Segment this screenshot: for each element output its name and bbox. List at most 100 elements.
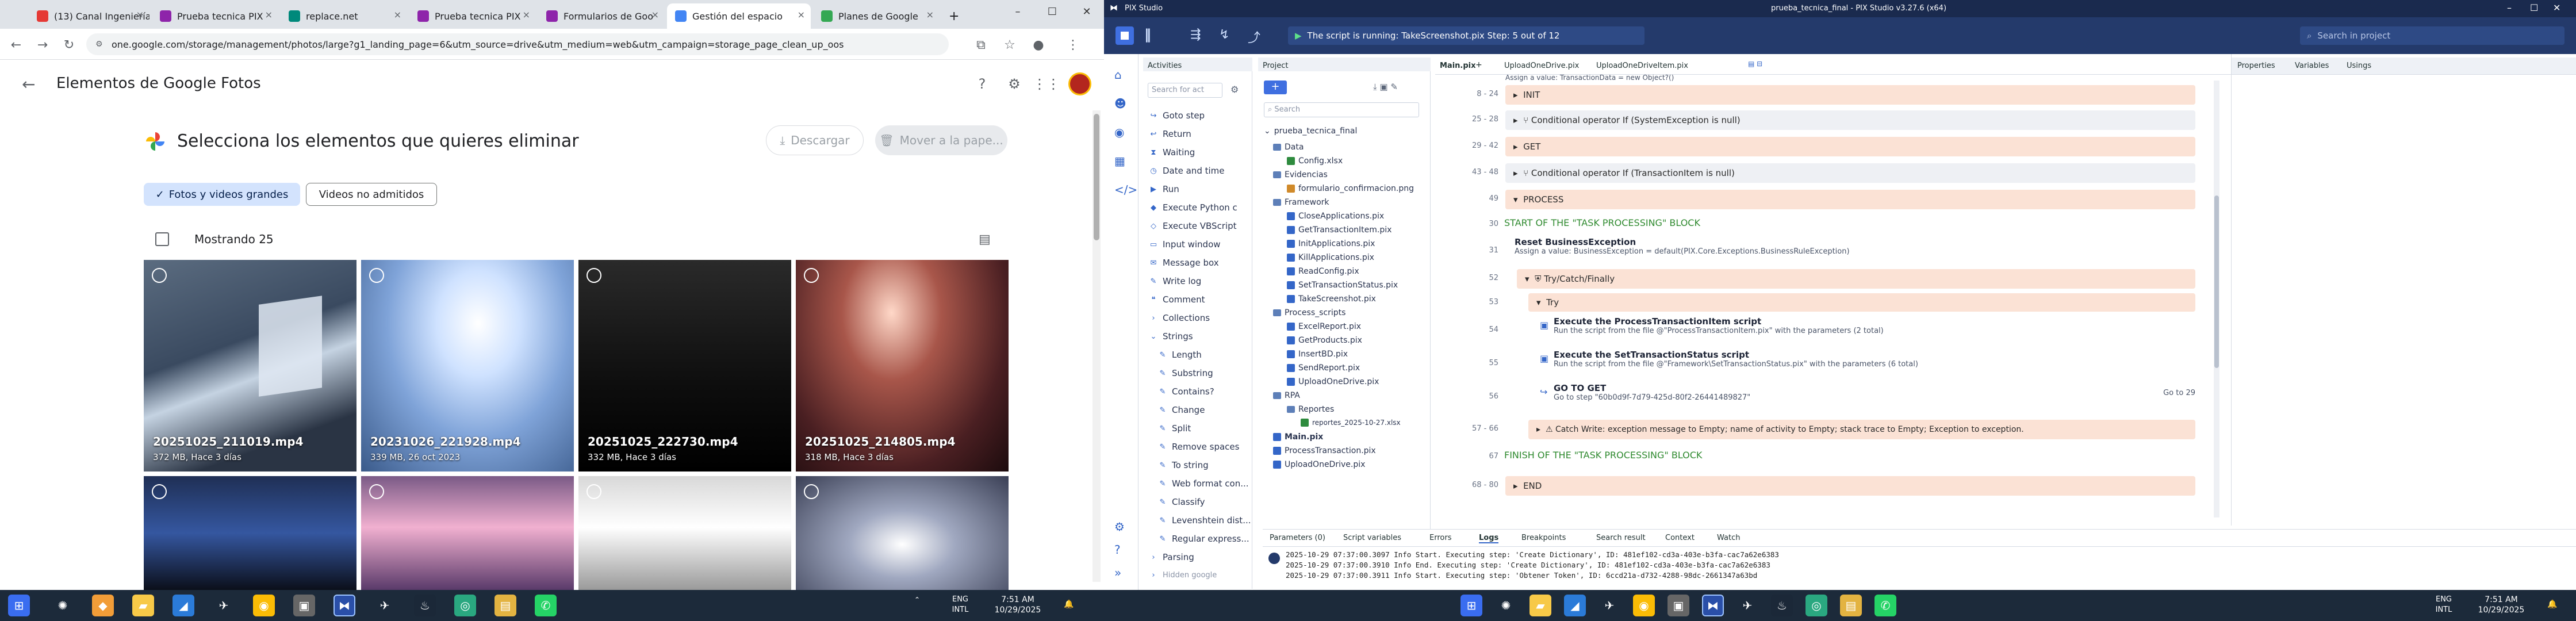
stop-button[interactable] — [1116, 26, 1134, 45]
avatar[interactable] — [1068, 72, 1091, 95]
whatsapp-icon[interactable]: ✆ — [1874, 595, 1896, 616]
maximize-icon[interactable]: ☐ — [2530, 2, 2538, 13]
templates-icon[interactable]: ▦ — [1114, 154, 1125, 168]
step-block-try[interactable]: ▾ Try — [1528, 293, 2195, 312]
keyboard-language[interactable]: ENG INTL — [2426, 595, 2461, 615]
browser-tab[interactable]: Planes de Google × — [813, 3, 940, 29]
reload-icon[interactable]: ↻ — [60, 36, 78, 54]
log-filter-icon[interactable] — [1268, 553, 1280, 564]
activity-item[interactable]: ◇ Execute VBScript — [1149, 221, 1237, 231]
browser-icon[interactable]: ◎ — [454, 595, 476, 616]
tree-file[interactable]: UploadOneDrive.pix — [1273, 460, 1365, 469]
scroll-thumb[interactable] — [1094, 114, 1099, 240]
select-circle[interactable] — [369, 268, 384, 283]
activity-item[interactable]: ▶ Run — [1149, 184, 1179, 194]
tab-parameters[interactable]: Parameters (0) — [1270, 534, 1325, 542]
browser-tab[interactable]: Formularios de Goo × — [538, 3, 665, 29]
step-block-conditional[interactable]: ▸ ⑂ Conditional operator If (Transaction… — [1505, 163, 2195, 183]
browser-tab[interactable]: Prueba tecnica PIX × — [152, 3, 278, 29]
activity-item[interactable]: ✎ Classify — [1158, 497, 1205, 507]
activity-item[interactable]: ▭ Input window — [1149, 239, 1221, 250]
minimize-icon[interactable]: – — [2507, 2, 2512, 13]
windows-start-icon[interactable]: ⊞ — [1460, 595, 1482, 616]
tree-file[interactable]: InsertBD.pix — [1287, 350, 1348, 359]
tree-file[interactable]: GetTransactionItem.pix — [1287, 225, 1392, 235]
activity-group[interactable]: › Parsing — [1149, 552, 1194, 562]
browser-tab[interactable]: (13) Canal Ingeniería × — [29, 3, 150, 29]
select-all-checkbox[interactable] — [155, 232, 169, 246]
editor-scrollbar[interactable] — [2214, 80, 2220, 518]
collapse-icon[interactable]: » — [1114, 566, 1121, 580]
photo-tile[interactable] — [144, 476, 356, 590]
windows-start-icon[interactable]: ⊞ — [8, 595, 30, 616]
app-icon[interactable]: ✈ — [374, 595, 396, 616]
app-icon[interactable]: ✈ — [1598, 595, 1620, 616]
select-circle[interactable] — [804, 268, 819, 283]
photo-tile[interactable] — [578, 476, 791, 590]
vscode-icon[interactable]: ◢ — [1564, 595, 1586, 616]
select-circle[interactable] — [369, 484, 384, 499]
doc-tab[interactable]: UploadOneDrive.pix — [1504, 62, 1579, 70]
new-tab-button[interactable]: + — [943, 3, 966, 29]
step-out-icon[interactable]: ⤴ — [1248, 28, 1260, 46]
apps-icon[interactable]: ⋮⋮ — [1033, 74, 1060, 94]
tab-variables[interactable]: Variables — [2295, 62, 2329, 70]
close-icon[interactable]: ✕ — [2553, 2, 2560, 13]
tray-chevron-icon[interactable]: ⌃ — [914, 595, 920, 605]
add-button[interactable]: + — [1264, 80, 1287, 94]
notes-icon[interactable]: ▤ — [494, 595, 516, 616]
photo-tile[interactable]: 20231026_221928.mp4 339 MB, 26 oct 2023 — [361, 260, 574, 471]
tab-breakpoints[interactable]: Breakpoints — [1521, 534, 1566, 542]
tree-file[interactable]: GetProducts.pix — [1287, 336, 1362, 345]
close-icon[interactable]: × — [798, 9, 805, 20]
forward-icon[interactable]: → — [33, 36, 52, 54]
url-field[interactable]: ⚙ one.google.com/storage/management/phot… — [86, 33, 949, 55]
photo-tile[interactable]: 20251025_211019.mp4 372 MB, Hace 3 días — [144, 260, 356, 471]
close-window-icon[interactable]: ✕ — [1070, 0, 1104, 23]
doc-tab-main[interactable]: Main.pix — [1440, 62, 1476, 70]
activity-item[interactable]: ✎ Split — [1158, 423, 1191, 434]
whatsapp-icon[interactable]: ✆ — [535, 595, 557, 616]
activity-item[interactable]: ❝ Comment — [1149, 294, 1205, 305]
folder-icon[interactable]: ▰ — [1529, 595, 1551, 616]
app-icon[interactable]: ▣ — [1667, 595, 1689, 616]
scroll-thumb[interactable] — [2214, 195, 2219, 368]
keyboard-language[interactable]: ENG INTL — [943, 595, 977, 615]
select-circle[interactable] — [152, 484, 167, 499]
settings-icon[interactable]: ⚙ — [1114, 520, 1125, 534]
activity-item[interactable]: ✎ Length — [1158, 350, 1202, 360]
activity-item[interactable]: ↪ Goto step — [1149, 110, 1205, 121]
gear-icon[interactable]: ⚙ — [1004, 74, 1025, 94]
activities-search-input[interactable]: Search for act — [1148, 83, 1222, 98]
close-icon[interactable]: × — [265, 9, 273, 20]
select-circle[interactable] — [586, 484, 601, 499]
tree-folder[interactable]: RPA — [1273, 391, 1300, 400]
vscode-icon[interactable]: ◢ — [172, 595, 194, 616]
activity-item[interactable]: ✎ Write log — [1149, 276, 1202, 286]
filter-chip-large[interactable]: ✓ Fotos y videos grandes — [144, 183, 300, 206]
tree-file[interactable]: reportes_2025-10-27.xlsx — [1301, 419, 1401, 427]
activity-item[interactable]: ◷ Date and time — [1149, 166, 1224, 176]
browser-tab[interactable]: Prueba tecnica PIX × — [409, 3, 536, 29]
step-block-init[interactable]: ▸ INIT — [1505, 85, 2195, 105]
pix-studio-icon[interactable]: ⧓ — [334, 595, 355, 616]
activity-group[interactable]: ⌄ Strings — [1149, 331, 1193, 342]
activity-item[interactable]: ✉ Message box — [1149, 258, 1219, 268]
browser-icon[interactable]: ◎ — [1805, 595, 1827, 616]
clock[interactable]: 7:51 AM 10/29/2025 — [989, 595, 1046, 615]
tab-context[interactable]: Context — [1665, 534, 1695, 542]
activity-item[interactable]: ✎ Substring — [1158, 368, 1213, 378]
step-reset-exception[interactable]: Reset BusinessException Assign a value: … — [1515, 237, 2147, 256]
menu-icon[interactable]: ⋮ — [1064, 36, 1082, 54]
tree-folder[interactable]: Evidencias — [1273, 170, 1328, 179]
photo-tile[interactable]: 20251025_214805.mp4 318 MB, Hace 3 días — [796, 260, 1009, 471]
notifications-icon[interactable]: 🔔 — [2547, 599, 2557, 610]
tab-errors[interactable]: Errors — [1429, 534, 1451, 542]
activity-item[interactable]: ⧗ Waiting — [1149, 147, 1195, 158]
tree-file[interactable]: ReadConfig.pix — [1287, 267, 1359, 276]
tab-properties[interactable]: Properties — [2237, 62, 2275, 70]
photo-tile[interactable] — [796, 476, 1009, 590]
notes-icon[interactable]: ▤ — [1840, 595, 1862, 616]
step-into-icon[interactable]: ↯ — [1219, 28, 1229, 42]
chatgpt-icon[interactable]: ✺ — [52, 595, 74, 616]
